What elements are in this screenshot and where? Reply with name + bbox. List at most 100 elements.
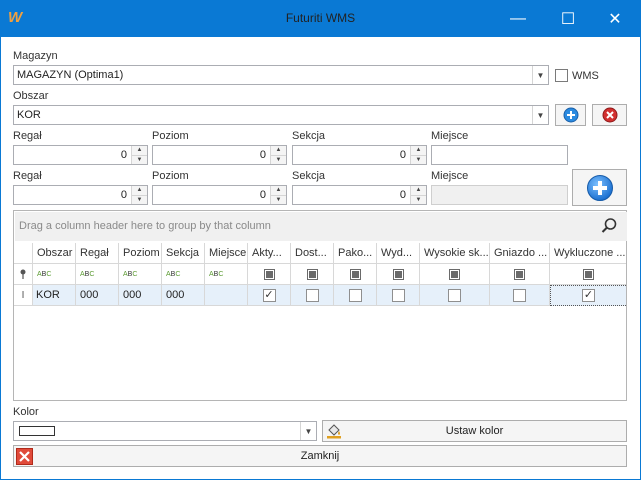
row-checkbox[interactable]: [348, 288, 362, 302]
filter-cell-regal[interactable]: ABC: [76, 264, 119, 285]
add-obszar-button[interactable]: [555, 104, 586, 126]
column-header-aktywne[interactable]: Akty...: [248, 243, 291, 264]
miejsce-input[interactable]: [431, 145, 568, 165]
filter-cell-wykluczone[interactable]: [550, 264, 626, 285]
table-cell-aktywne[interactable]: ✓: [248, 285, 291, 306]
poziom-value: 0: [259, 149, 266, 161]
sekcja-label-2: Sekcja: [292, 170, 326, 182]
filter-row-indicator: [14, 264, 33, 285]
table-cell-regal[interactable]: 000: [76, 285, 119, 306]
filter-cell-poziom[interactable]: ABC: [119, 264, 162, 285]
close-icon: [16, 448, 33, 465]
filter-checkbox[interactable]: [349, 268, 361, 280]
poziom-spinner[interactable]: 0 ▲ ▼: [152, 145, 287, 165]
column-header-obszar[interactable]: Obszar: [33, 243, 76, 264]
table-cell-obszar[interactable]: KOR: [33, 285, 76, 306]
filter-cell-gniazdo[interactable]: [490, 264, 550, 285]
text-filter-icon: ABC: [80, 270, 95, 278]
column-header-dostepne[interactable]: Dost...: [291, 243, 334, 264]
table-cell-sekcja[interactable]: 000: [162, 285, 205, 306]
row-indicator-header: [14, 243, 33, 264]
close-button[interactable]: Zamknij: [13, 445, 627, 467]
sekcja-spinner[interactable]: 0 ▲ ▼: [292, 145, 427, 165]
table-cell-miejsce[interactable]: [205, 285, 248, 306]
search-icon[interactable]: [600, 217, 618, 235]
regal-spinner[interactable]: 0 ▲ ▼: [13, 145, 148, 165]
chevron-down-icon[interactable]: ▼: [532, 66, 548, 84]
table-cell-pakowanie[interactable]: [334, 285, 377, 306]
kolor-combobox[interactable]: ▼: [13, 421, 317, 441]
poziom-spinner-2[interactable]: 0 ▲ ▼: [152, 185, 287, 205]
table-cell-wydanie[interactable]: [377, 285, 420, 306]
regal-spinner-2[interactable]: 0 ▲ ▼: [13, 185, 148, 205]
spin-buttons[interactable]: ▲ ▼: [131, 186, 147, 204]
table-cell-wykluczone[interactable]: ✓: [550, 285, 626, 306]
sekcja-spinner-2[interactable]: 0 ▲ ▼: [292, 185, 427, 205]
table-cell-gniazdo[interactable]: [490, 285, 550, 306]
filter-cell-aktywne[interactable]: [248, 264, 291, 285]
filter-checkbox[interactable]: [449, 268, 460, 280]
column-header-wykluczone[interactable]: Wykluczone ...: [550, 243, 626, 264]
spin-buttons[interactable]: ▲ ▼: [410, 186, 426, 204]
group-panel[interactable]: Drag a column header here to group by th…: [15, 212, 627, 241]
magazyn-combobox[interactable]: MAGAZYN (Optima1) ▼: [13, 65, 549, 85]
column-header-regal[interactable]: Regał: [76, 243, 119, 264]
filter-checkbox[interactable]: [392, 268, 404, 280]
set-color-label: Ustaw kolor: [445, 425, 504, 437]
delete-circle-icon: [602, 107, 617, 123]
spin-buttons[interactable]: ▲ ▼: [270, 146, 286, 164]
column-header-poziom[interactable]: Poziom: [119, 243, 162, 264]
magazyn-label: Magazyn: [13, 50, 58, 62]
row-checkbox[interactable]: [305, 288, 319, 302]
sekcja-value-2: 0: [399, 189, 406, 201]
table-cell-dostepne[interactable]: [291, 285, 334, 306]
delete-obszar-button[interactable]: [592, 104, 627, 126]
row-checkbox[interactable]: ✓: [582, 289, 595, 302]
chevron-down-icon[interactable]: ▼: [532, 106, 548, 124]
filter-cell-wydanie[interactable]: [377, 264, 420, 285]
obszar-label: Obszar: [13, 90, 49, 102]
filter-cell-pakowanie[interactable]: [334, 264, 377, 285]
chevron-down-icon[interactable]: ▼: [300, 422, 316, 440]
filter-checkbox[interactable]: [306, 268, 318, 280]
set-color-button[interactable]: Ustaw kolor: [322, 420, 627, 442]
column-header-sekcja[interactable]: Sekcja: [162, 243, 205, 264]
filter-cell-obszar[interactable]: ABC: [33, 264, 76, 285]
close-window-button[interactable]: ✕: [592, 0, 638, 37]
miejsce-label-2: Miejsce: [431, 170, 469, 182]
column-header-miejsce[interactable]: Miejsce: [205, 243, 248, 264]
filter-cell-miejsce[interactable]: ABC: [205, 264, 248, 285]
filter-checkbox[interactable]: [582, 268, 594, 280]
poziom-label: Poziom: [152, 130, 189, 142]
poziom-value-2: 0: [259, 189, 266, 201]
obszar-combobox[interactable]: KOR ▼: [13, 105, 549, 125]
regal-value-2: 0: [120, 189, 127, 201]
column-header-gniazdo[interactable]: Gniazdo ...: [490, 243, 550, 264]
row-checkbox[interactable]: [448, 288, 461, 302]
filter-checkbox[interactable]: [514, 268, 525, 280]
filter-cell-wysokie[interactable]: [420, 264, 490, 285]
magazyn-value: MAGAZYN (Optima1): [17, 69, 124, 81]
row-checkbox[interactable]: [391, 288, 405, 302]
table-cell-poziom[interactable]: 000: [119, 285, 162, 306]
spin-buttons[interactable]: ▲ ▼: [131, 146, 147, 164]
filter-cell-sekcja[interactable]: ABC: [162, 264, 205, 285]
add-location-button[interactable]: [572, 169, 627, 206]
filter-checkbox[interactable]: [263, 268, 275, 280]
maximize-button[interactable]: ☐: [545, 0, 591, 37]
spin-buttons[interactable]: ▲ ▼: [410, 146, 426, 164]
wms-checkbox[interactable]: [555, 69, 568, 82]
table-cell-wysokie[interactable]: [420, 285, 490, 306]
spin-buttons[interactable]: ▲ ▼: [270, 186, 286, 204]
row-checkbox[interactable]: [513, 288, 526, 302]
minimize-button[interactable]: —: [495, 0, 541, 37]
row-checkbox[interactable]: ✓: [262, 288, 276, 302]
locations-grid[interactable]: Drag a column header here to group by th…: [13, 210, 627, 401]
filter-cell-dostepne[interactable]: [291, 264, 334, 285]
column-header-pakowanie[interactable]: Pako...: [334, 243, 377, 264]
sekcja-value: 0: [399, 149, 406, 161]
poziom-label-2: Poziom: [152, 170, 189, 182]
column-header-wydanie[interactable]: Wyd...: [377, 243, 420, 264]
plus-circle-icon: [586, 174, 613, 201]
column-header-wysokie-skladowanie[interactable]: Wysokie sk...: [420, 243, 490, 264]
